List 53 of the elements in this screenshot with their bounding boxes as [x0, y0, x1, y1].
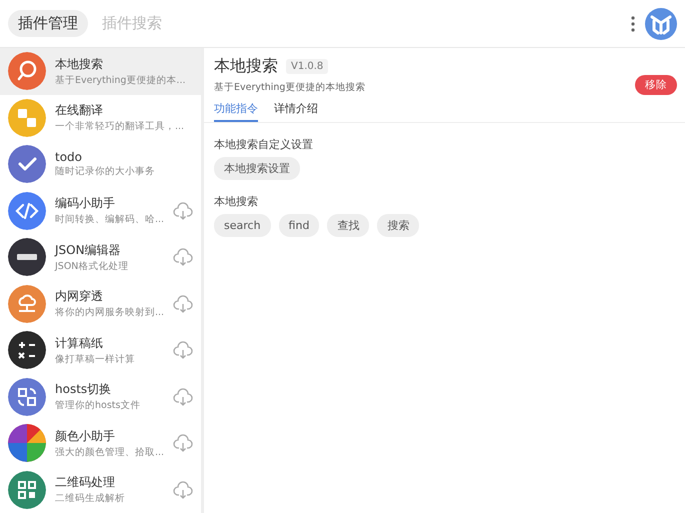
plugin-description: 二维码生成解析 — [55, 492, 126, 506]
cloud-download-icon[interactable] — [173, 294, 193, 313]
plugin-name: 在线翻译 — [55, 102, 104, 120]
plugin-list-item[interactable]: JSON编辑器 JSON格式化处理 — [0, 234, 201, 280]
plugin-list-item[interactable]: 内网穿透 将你的内网服务映射到... — [0, 280, 201, 327]
tab[interactable]: 详情介绍 — [274, 101, 318, 122]
cloud-download-icon[interactable] — [173, 388, 193, 406]
tab[interactable]: 插件管理 — [8, 10, 88, 37]
plugin-description: 随时记录你的大小事务 — [55, 165, 156, 178]
command-chip[interactable]: search — [214, 214, 271, 237]
version-badge: V1.0.8 — [286, 59, 328, 74]
plugin-name: 编码小助手 — [55, 195, 116, 212]
plugin-list-item[interactable]: 计算稿纸 像打草稿一样计算 — [0, 327, 201, 374]
plugin-description: 强大的颜色管理、拾取... — [55, 446, 164, 459]
plugin-description: 时间转换、编解码、哈... — [55, 213, 164, 226]
plugin-list-item[interactable]: todo 随时记录你的大小事务 — [0, 141, 201, 188]
plugin-name: 计算稿纸 — [55, 334, 104, 352]
tab[interactable]: 功能指令 — [214, 101, 258, 122]
plugin-name: 内网穿透 — [55, 288, 104, 306]
command-chip[interactable]: find — [278, 214, 320, 237]
plugin-name: 颜色小助手 — [55, 428, 116, 445]
plugin-list-item[interactable]: 在线翻译 一个非常轻巧的翻译工具，... — [0, 94, 201, 141]
cloud-download-icon[interactable] — [173, 341, 193, 360]
command-chip[interactable]: 本地搜索设置 — [214, 157, 300, 180]
plugin-name: JSON编辑器 — [55, 242, 122, 259]
plugin-description: 一个非常轻巧的翻译工具，... — [55, 120, 186, 134]
command-chip[interactable]: 查找 — [327, 214, 370, 237]
cloud-download-icon[interactable] — [173, 480, 193, 499]
cloud-download-icon[interactable] — [173, 202, 193, 220]
plugin-list-item[interactable]: 二维码处理 二维码生成解析 — [0, 466, 201, 513]
more-menu-icon[interactable] — [631, 16, 635, 32]
plugin-list-item[interactable]: 本地搜索 基于Everything更便捷的本... — [0, 48, 201, 94]
logo-icon[interactable] — [645, 8, 677, 40]
plugin-list-item[interactable]: 编码小助手 时间转换、编解码、哈... — [0, 188, 201, 234]
plugin-name: 二维码处理 — [55, 474, 116, 492]
remove-button[interactable]: 移除 — [635, 75, 677, 95]
plugin-name: 本地搜索 — [55, 56, 104, 73]
command-chip[interactable]: 搜索 — [377, 214, 420, 237]
plugin-list-item[interactable]: hosts切换 管理你的hosts文件 — [0, 374, 201, 420]
plugin-description: 基于Everything更便捷的本地搜索 — [214, 81, 366, 94]
plugin-description: 管理你的hosts文件 — [55, 399, 142, 412]
cloud-download-icon[interactable] — [173, 248, 193, 266]
section-heading: 本地搜索自定义设置 — [214, 137, 314, 152]
plugin-description: 基于Everything更便捷的本... — [55, 74, 186, 87]
plugin-name: hosts切换 — [55, 381, 112, 398]
cloud-download-icon[interactable] — [173, 434, 193, 452]
plugin-description: JSON格式化处理 — [55, 260, 130, 273]
plugin-description: 像打草稿一样计算 — [55, 352, 136, 366]
plugin-description: 将你的内网服务映射到... — [55, 306, 164, 320]
section-heading: 本地搜索 — [214, 194, 259, 209]
plugin-list-item[interactable]: 颜色小助手 强大的颜色管理、拾取... — [0, 420, 201, 466]
plugin-name: todo — [55, 150, 84, 164]
plugin-title: 本地搜索 — [214, 56, 278, 77]
